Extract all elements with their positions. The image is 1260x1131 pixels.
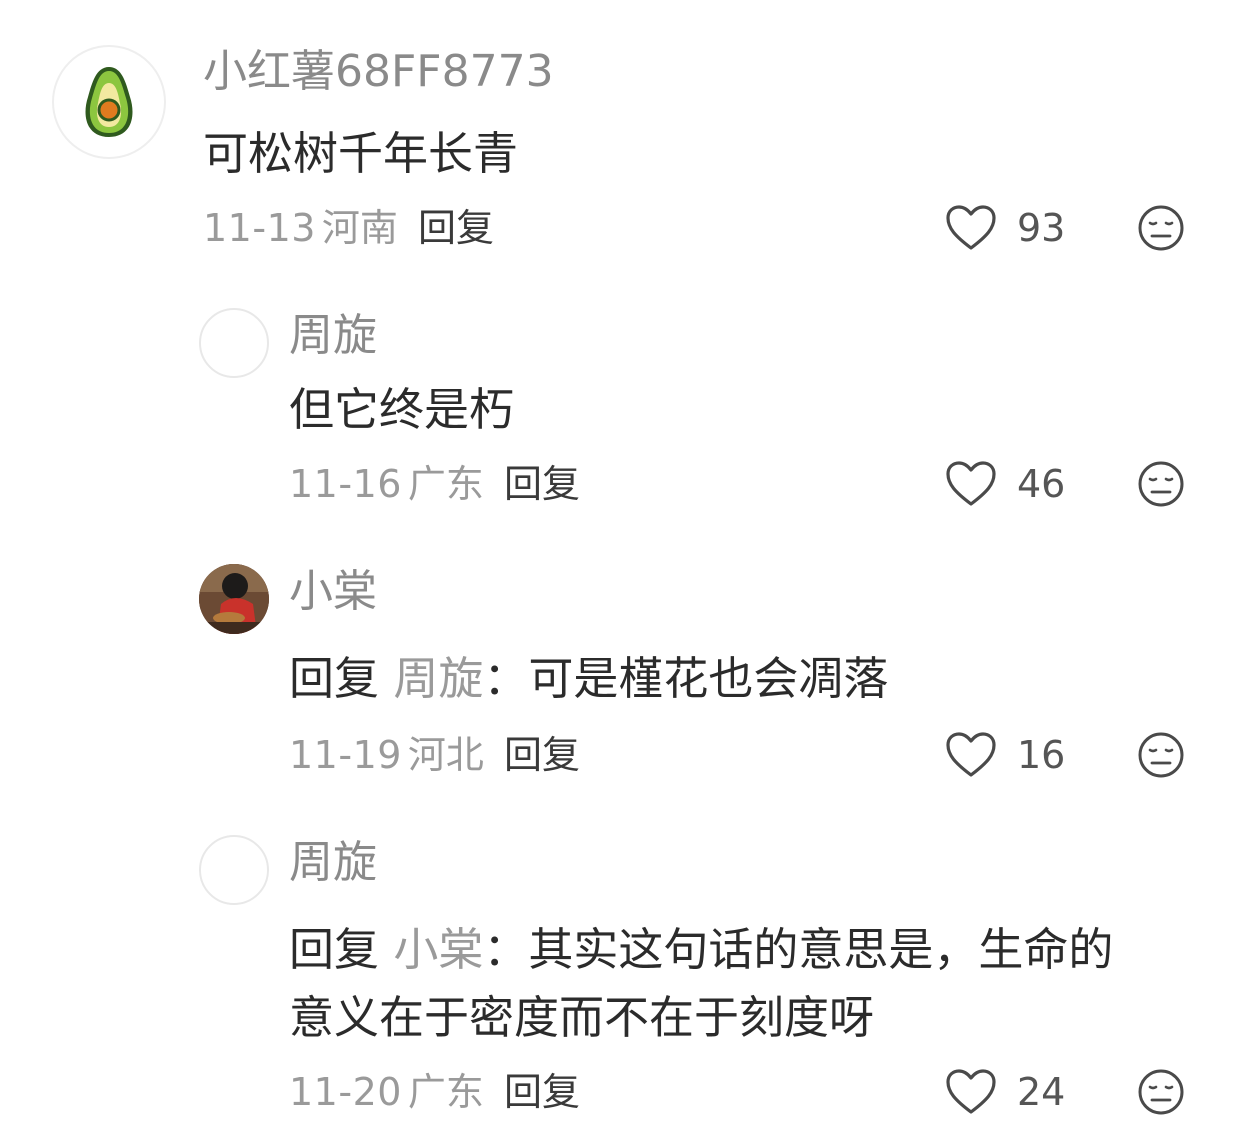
- dislike-button[interactable]: [1137, 731, 1185, 779]
- comment-location: 广东: [407, 462, 484, 506]
- heart-icon: [946, 732, 996, 777]
- comment-text-body: 但它终是朽: [289, 383, 515, 436]
- photo-avatar: [199, 564, 269, 634]
- comment-text-line2: 意义在于密度而不在于刻度呀: [289, 984, 874, 1052]
- like-button[interactable]: [945, 1067, 997, 1117]
- comment-location: 河南: [321, 206, 398, 250]
- like-count: 16: [1017, 733, 1066, 777]
- reply-target-username[interactable]: 周旋: [393, 652, 483, 705]
- like-count: 46: [1017, 462, 1066, 506]
- reply-colon: ：: [483, 652, 529, 705]
- comment-text-body: 可松树千年长青: [203, 127, 519, 180]
- dislike-face-icon: [1138, 205, 1184, 251]
- dislike-button[interactable]: [1137, 204, 1185, 252]
- username[interactable]: 周旋: [289, 841, 377, 885]
- comment-text: 回复 周旋：可是槿花也会凋落: [289, 645, 888, 713]
- avatar[interactable]: [199, 835, 269, 905]
- comment-location: 河北: [407, 733, 484, 777]
- reply-button[interactable]: 回复: [504, 462, 580, 506]
- comment-text-body: 其实这句话的意思是，生命的: [528, 923, 1114, 976]
- avatar[interactable]: [199, 564, 269, 634]
- comment-meta: 11-13 河南 回复: [203, 209, 494, 247]
- like-button[interactable]: [945, 730, 997, 780]
- reply-button[interactable]: 回复: [418, 206, 494, 250]
- heart-icon: [946, 205, 996, 250]
- like-button[interactable]: [945, 459, 997, 509]
- comment-text: 但它终是朽: [289, 376, 514, 444]
- like-count: 24: [1017, 1070, 1066, 1114]
- comment-date: 11-16: [289, 462, 402, 506]
- reply-colon: ：: [483, 923, 529, 976]
- dislike-face-icon: [1138, 1069, 1184, 1115]
- reply-prefix: 回复: [289, 652, 380, 705]
- reply-button[interactable]: 回复: [504, 733, 580, 777]
- reply-button[interactable]: 回复: [504, 1070, 580, 1114]
- comment-date: 11-19: [289, 733, 402, 777]
- comment-meta: 11-16 广东 回复: [289, 465, 580, 503]
- avatar[interactable]: [199, 308, 269, 378]
- dislike-face-icon: [1138, 732, 1184, 778]
- heart-icon: [946, 1069, 996, 1114]
- username[interactable]: 小棠: [289, 570, 377, 614]
- avocado-icon: [85, 67, 133, 137]
- comment-text-body-line2: 意义在于密度而不在于刻度呀: [289, 991, 875, 1044]
- comment-meta: 11-20 广东 回复: [289, 1073, 580, 1111]
- comment-text: 可松树千年长青: [203, 120, 518, 188]
- comment-location: 广东: [407, 1070, 484, 1114]
- username[interactable]: 小红薯68FF8773: [203, 50, 554, 94]
- comment-text: 回复 小棠：其实这句话的意思是，生命的: [289, 916, 1113, 984]
- like-count: 93: [1017, 206, 1066, 250]
- comment-meta: 11-19 河北 回复: [289, 736, 580, 774]
- reply-target-username[interactable]: 小棠: [393, 923, 483, 976]
- dislike-button[interactable]: [1137, 1068, 1185, 1116]
- dislike-face-icon: [1138, 461, 1184, 507]
- heart-icon: [946, 461, 996, 506]
- comment-date: 11-20: [289, 1070, 402, 1114]
- avatar[interactable]: [52, 45, 166, 159]
- dislike-button[interactable]: [1137, 460, 1185, 508]
- comment-date: 11-13: [203, 206, 316, 250]
- username[interactable]: 周旋: [289, 314, 377, 358]
- like-button[interactable]: [945, 203, 997, 253]
- comment-text-body: 可是槿花也会凋落: [528, 652, 889, 705]
- reply-prefix: 回复: [289, 923, 380, 976]
